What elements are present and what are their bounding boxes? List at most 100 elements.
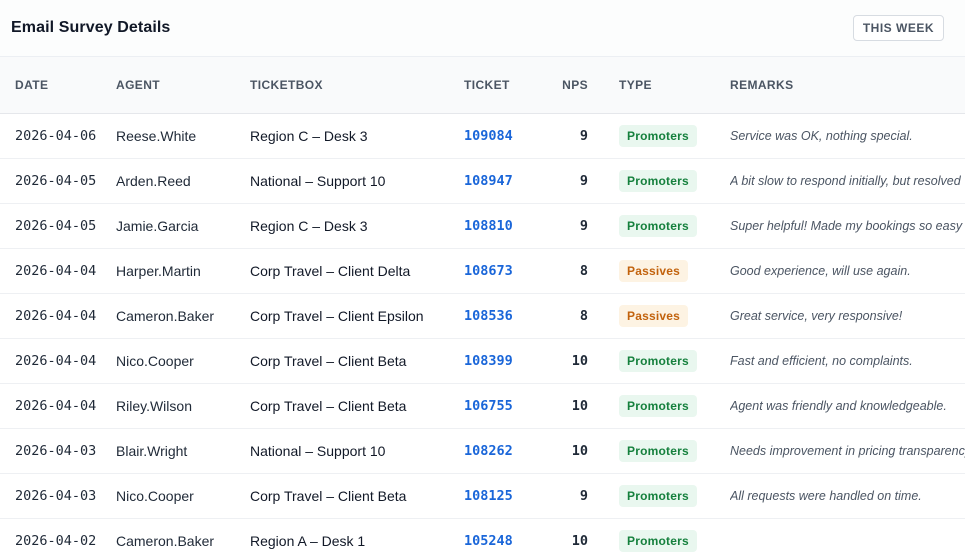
cell-nps-score: 9	[541, 473, 619, 519]
cell-date: 2026-04-04	[0, 248, 116, 294]
cell-type: Passives	[619, 248, 730, 294]
nps-type-badge: Passives	[619, 305, 688, 327]
cell-nps-score: 10	[541, 518, 619, 555]
cell-ticketbox: Region C – Desk 3	[250, 113, 464, 159]
column-header-remarks[interactable]: REMARKS	[730, 57, 965, 114]
ticket-link[interactable]: 108399	[464, 338, 541, 384]
nps-type-badge: Promoters	[619, 350, 697, 372]
cell-nps-score: 10	[541, 383, 619, 429]
column-header-date[interactable]: DATE	[0, 57, 116, 114]
column-header-ticketbox[interactable]: TICKETBOX	[250, 57, 464, 114]
table-row[interactable]: 2026-04-04 Cameron.Baker Corp Travel – Cli…	[0, 293, 965, 339]
cell-type: Passives	[619, 293, 730, 339]
table-header-row: DATE AGENT TICKETBOX TICKET NPS TYPE REM…	[0, 57, 965, 114]
cell-nps-score: 8	[541, 248, 619, 294]
cell-type: Promoters	[619, 338, 730, 384]
cell-remarks	[730, 518, 965, 555]
nps-type-badge: Passives	[619, 260, 688, 282]
nps-type-badge: Promoters	[619, 125, 697, 147]
cell-agent: Harper.Martin	[116, 248, 250, 294]
cell-type: Promoters	[619, 383, 730, 429]
cell-date: 2026-04-03	[0, 473, 116, 519]
cell-date: 2026-04-03	[0, 428, 116, 474]
cell-ticketbox: Corp Travel – Client Beta	[250, 383, 464, 429]
cell-date: 2026-04-04	[0, 293, 116, 339]
column-header-ticket[interactable]: TICKET	[464, 57, 541, 114]
column-header-agent[interactable]: AGENT	[116, 57, 250, 114]
cell-nps-score: 9	[541, 158, 619, 204]
cell-ticketbox: Corp Travel – Client Epsilon	[250, 293, 464, 339]
table-body: 2026-04-06 Reese.White Region C – Desk 3 10…	[0, 113, 965, 555]
cell-nps-score: 8	[541, 293, 619, 339]
cell-nps-score: 10	[541, 338, 619, 384]
cell-remarks: All requests were handled on time.	[730, 473, 965, 519]
cell-date: 2026-04-02	[0, 518, 116, 555]
nps-type-badge: Promoters	[619, 440, 697, 462]
cell-type: Promoters	[619, 428, 730, 474]
cell-ticketbox: Region C – Desk 3	[250, 203, 464, 249]
cell-date: 2026-04-04	[0, 383, 116, 429]
cell-type: Promoters	[619, 518, 730, 555]
cell-agent: Nico.Cooper	[116, 473, 250, 519]
table-row[interactable]: 2026-04-05 Jamie.Garcia Region C – Desk 31…	[0, 203, 965, 249]
table-row[interactable]: 2026-04-03 Blair.Wright National – Support…	[0, 428, 965, 474]
cell-ticketbox: Corp Travel – Client Delta	[250, 248, 464, 294]
ticket-link[interactable]: 106755	[464, 383, 541, 429]
cell-date: 2026-04-05	[0, 203, 116, 249]
panel-title: Email Survey Details	[11, 19, 171, 36]
nps-type-badge: Promoters	[619, 485, 697, 507]
cell-remarks: A bit slow to respond initially, but res…	[730, 158, 965, 204]
table-row[interactable]: 2026-04-06 Reese.White Region C – Desk 3 10…	[0, 113, 965, 159]
table-row[interactable]: 2026-04-05 Arden.Reed National – Support 1…	[0, 158, 965, 204]
cell-type: Promoters	[619, 113, 730, 159]
cell-remarks: Great service, very responsive!	[730, 293, 965, 339]
cell-agent: Blair.Wright	[116, 428, 250, 474]
ticket-link[interactable]: 109084	[464, 113, 541, 159]
cell-remarks: Fast and efficient, no complaints.	[730, 338, 965, 384]
table-row[interactable]: 2026-04-04 Riley.Wilson Corp Travel – Clie…	[0, 383, 965, 429]
cell-date: 2026-04-06	[0, 113, 116, 159]
cell-agent: Arden.Reed	[116, 158, 250, 204]
cell-agent: Cameron.Baker	[116, 293, 250, 339]
survey-table: DATE AGENT TICKETBOX TICKET NPS TYPE REM…	[0, 57, 965, 555]
cell-ticketbox: Corp Travel – Client Beta	[250, 338, 464, 384]
table-row[interactable]: 2026-04-04 Harper.Martin Corp Travel – Cli…	[0, 248, 965, 294]
table-row[interactable]: 2026-04-04 Nico.Cooper Corp Travel – Clien…	[0, 338, 965, 384]
nps-type-badge: Promoters	[619, 215, 697, 237]
cell-agent: Riley.Wilson	[116, 383, 250, 429]
table-row[interactable]: 2026-04-02 Cameron.Baker Region A – Desk 1…	[0, 518, 965, 555]
cell-date: 2026-04-04	[0, 338, 116, 384]
ticket-link[interactable]: 108673	[464, 248, 541, 294]
cell-type: Promoters	[619, 473, 730, 519]
ticket-link[interactable]: 105248	[464, 518, 541, 555]
cell-agent: Cameron.Baker	[116, 518, 250, 555]
ticket-link[interactable]: 108125	[464, 473, 541, 519]
ticket-link[interactable]: 108262	[464, 428, 541, 474]
cell-ticketbox: National – Support 10	[250, 428, 464, 474]
nps-type-badge: Promoters	[619, 395, 697, 417]
column-header-type[interactable]: TYPE	[619, 57, 730, 114]
panel-header: Email Survey Details THIS WEEK	[0, 0, 965, 57]
cell-type: Promoters	[619, 203, 730, 249]
cell-nps-score: 10	[541, 428, 619, 474]
table-row[interactable]: 2026-04-03 Nico.Cooper Corp Travel – Clien…	[0, 473, 965, 519]
cell-date: 2026-04-05	[0, 158, 116, 204]
email-survey-panel: Email Survey Details THIS WEEK DATE AGEN…	[0, 0, 965, 555]
cell-agent: Jamie.Garcia	[116, 203, 250, 249]
ticket-link[interactable]: 108536	[464, 293, 541, 339]
cell-ticketbox: National – Support 10	[250, 158, 464, 204]
cell-remarks: Needs improvement in pricing transparenc…	[730, 428, 965, 474]
cell-ticketbox: Corp Travel – Client Beta	[250, 473, 464, 519]
column-header-nps[interactable]: NPS	[541, 57, 619, 114]
cell-nps-score: 9	[541, 113, 619, 159]
cell-remarks: Service was OK, nothing special.	[730, 113, 965, 159]
nps-type-badge: Promoters	[619, 170, 697, 192]
cell-agent: Reese.White	[116, 113, 250, 159]
cell-remarks: Super helpful! Made my bookings so easy	[730, 203, 965, 249]
cell-nps-score: 9	[541, 203, 619, 249]
cell-remarks: Agent was friendly and knowledgeable.	[730, 383, 965, 429]
cell-ticketbox: Region A – Desk 1	[250, 518, 464, 555]
ticket-link[interactable]: 108810	[464, 203, 541, 249]
ticket-link[interactable]: 108947	[464, 158, 541, 204]
period-filter-button[interactable]: THIS WEEK	[852, 15, 944, 41]
